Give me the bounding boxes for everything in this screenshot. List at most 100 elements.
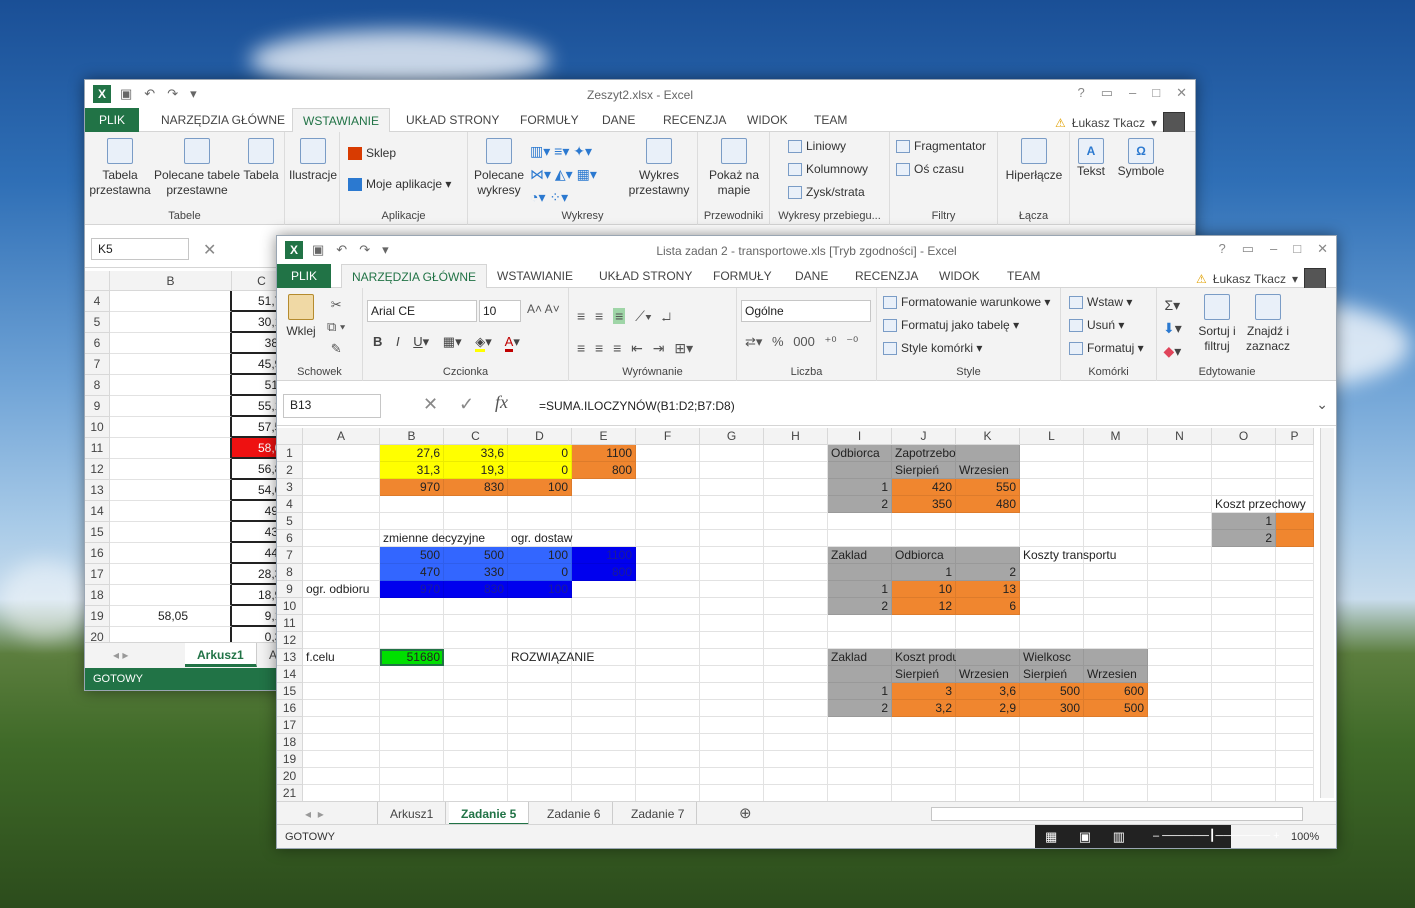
cell-d18[interactable] (508, 734, 572, 751)
cell-h10[interactable] (764, 598, 828, 615)
cell-h13[interactable] (764, 649, 828, 666)
cell-p14[interactable] (1276, 666, 1314, 683)
scroll-left-icon[interactable]: ◂ ▸ (101, 643, 140, 667)
cell-i10[interactable]: 2 (828, 598, 892, 615)
cell-i13[interactable]: Zaklad (828, 649, 892, 666)
text-button[interactable]: A Tekst (1073, 138, 1109, 179)
cell-n16[interactable] (1148, 700, 1212, 717)
conditional-formatting-button[interactable]: Formatowanie warunkowe ▾ (883, 295, 1050, 310)
cell-n7[interactable] (1148, 547, 1212, 564)
cell-g5[interactable] (700, 513, 764, 530)
tab-dane[interactable]: DANE (592, 108, 645, 132)
number-format-buttons[interactable]: ⇄▾ % 000 ⁺⁰ ⁻⁰ (745, 334, 858, 349)
cell-b15[interactable] (380, 683, 444, 700)
cell-m8[interactable] (1084, 564, 1148, 581)
sheet-tab-zadanie5[interactable]: Zadanie 5 (449, 802, 530, 826)
map-button[interactable]: Pokaż na mapie (700, 138, 768, 198)
cell-o21[interactable] (1212, 785, 1276, 802)
cell[interactable] (110, 564, 232, 585)
number-format-select[interactable]: Ogólne (741, 300, 871, 322)
cell-k21[interactable] (956, 785, 1020, 802)
cell-o9[interactable] (1212, 581, 1276, 598)
select-all-corner[interactable] (85, 271, 110, 291)
cell-i1[interactable]: Odbiorca (828, 445, 892, 462)
cell-b5[interactable] (380, 513, 444, 530)
minimize-button[interactable]: – (1270, 241, 1277, 257)
add-sheet-icon[interactable]: ⊕ (727, 802, 764, 826)
cell-c17[interactable] (444, 717, 508, 734)
cell-m20[interactable] (1084, 768, 1148, 785)
cell-h15[interactable] (764, 683, 828, 700)
cell-a12[interactable] (303, 632, 380, 649)
cell-i21[interactable] (828, 785, 892, 802)
cell-h9[interactable] (764, 581, 828, 598)
cell-f9[interactable] (636, 581, 700, 598)
cell-e18[interactable] (572, 734, 636, 751)
cell-j16[interactable]: 3,2 (892, 700, 956, 717)
cell-b16[interactable] (380, 700, 444, 717)
cell-a17[interactable] (303, 717, 380, 734)
hyperlink-button[interactable]: Hiperłącze (1000, 138, 1068, 183)
cell-f8[interactable] (636, 564, 700, 581)
cell-o14[interactable] (1212, 666, 1276, 683)
cell-p18[interactable] (1276, 734, 1314, 751)
cell-b6[interactable]: zmienne decyzyjne (380, 530, 485, 547)
cell-c18[interactable] (444, 734, 508, 751)
illustrations-button[interactable]: Ilustracje (289, 138, 337, 183)
cell-p21[interactable] (1276, 785, 1314, 802)
cell-k9[interactable]: 13 (956, 581, 1020, 598)
font-format-buttons[interactable]: B I U▾ ▦▾ ◈▾ A▾ (373, 334, 520, 352)
scroll-tabs-icon[interactable]: ◂ ▸ (293, 802, 336, 826)
cell-d3[interactable]: 100 (508, 479, 572, 496)
column-header-k[interactable]: K (956, 428, 1020, 445)
row-header[interactable]: 9 (85, 396, 110, 417)
cell-o3[interactable] (1212, 479, 1276, 496)
cell-n2[interactable] (1148, 462, 1212, 479)
cell-h12[interactable] (764, 632, 828, 649)
cell-m13[interactable] (1084, 649, 1148, 666)
cell-o10[interactable] (1212, 598, 1276, 615)
row-header[interactable]: 11 (277, 615, 303, 632)
cell-m10[interactable] (1084, 598, 1148, 615)
cell-d17[interactable] (508, 717, 572, 734)
my-apps-button[interactable]: Moje aplikacje ▾ (348, 177, 451, 192)
cell-styles-button[interactable]: Style komórki ▾ (883, 341, 982, 356)
row-header[interactable]: 2 (277, 462, 303, 479)
cell[interactable] (110, 459, 232, 480)
cell-d12[interactable] (508, 632, 572, 649)
row-header[interactable]: 12 (277, 632, 303, 649)
cell-k6[interactable] (956, 530, 1020, 547)
row-header[interactable]: 4 (277, 496, 303, 513)
cell-d11[interactable] (508, 615, 572, 632)
cell-a19[interactable] (303, 751, 380, 768)
row-header[interactable]: 7 (85, 354, 110, 375)
sheet-tab-zadanie7[interactable]: Zadanie 7 (619, 802, 698, 826)
cell-f13[interactable] (636, 649, 700, 666)
column-header-f[interactable]: F (636, 428, 700, 445)
cancel-icon[interactable]: ✕ (203, 240, 216, 260)
clipboard-small-buttons[interactable]: ✂ ⧉ ▾ ✎ (327, 294, 345, 360)
cell-a2[interactable] (303, 462, 380, 479)
cell-l17[interactable] (1020, 717, 1084, 734)
cell-g1[interactable] (700, 445, 764, 462)
tab-plik[interactable]: PLIK (85, 108, 140, 132)
cell-i7[interactable]: Zaklad (828, 547, 892, 564)
tab-wstawianie[interactable]: WSTAWIANIE (487, 264, 583, 288)
cell-f10[interactable] (636, 598, 700, 615)
select-all-corner[interactable] (277, 428, 303, 445)
tab-uklad-strony[interactable]: UKŁAD STRONY (589, 264, 702, 288)
recommended-charts-button[interactable]: Polecane wykresy (470, 138, 528, 198)
column-header-g[interactable]: G (700, 428, 764, 445)
sheet-tab-arkusz1[interactable]: Arkusz1 (377, 802, 447, 826)
cell-c5[interactable] (444, 513, 508, 530)
help-icon[interactable]: ? (1218, 241, 1225, 257)
cell-p1[interactable] (1276, 445, 1314, 462)
cell-f16[interactable] (636, 700, 700, 717)
maximize-button[interactable]: □ (1293, 241, 1301, 257)
cell-l11[interactable] (1020, 615, 1084, 632)
tab-recenzja[interactable]: RECENZJA (845, 264, 928, 288)
cell-a10[interactable] (303, 598, 380, 615)
cell-o18[interactable] (1212, 734, 1276, 751)
cell-c9[interactable]: 830 (444, 581, 508, 598)
cell-j11[interactable] (892, 615, 956, 632)
